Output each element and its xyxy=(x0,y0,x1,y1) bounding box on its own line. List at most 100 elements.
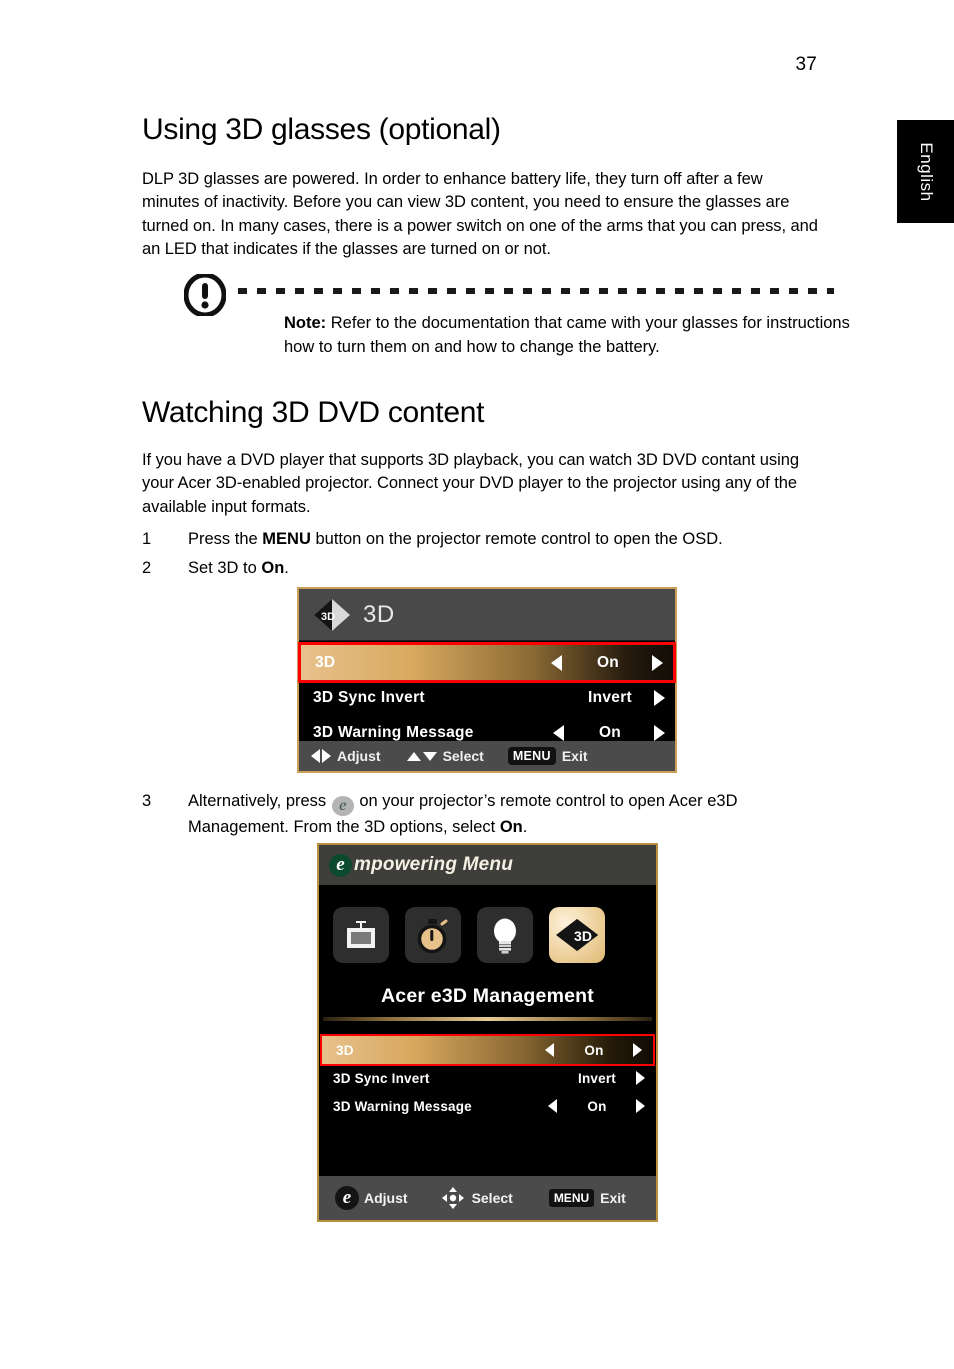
empowering-key-icon: e xyxy=(331,796,354,816)
osd-rows: 3D On 3D Sync Invert Invert 3D Warning M… xyxy=(298,641,676,750)
step-1-text-after: button on the projector remote control t… xyxy=(310,530,723,548)
paragraph-using-3d-glasses: DLP 3D glasses are powered. In order to … xyxy=(142,170,818,259)
step-1-bold: MENU xyxy=(262,530,311,548)
osd-footer-exit: MENU Exit xyxy=(484,747,588,765)
step-3-bold: On xyxy=(499,818,523,836)
empowering-menu-section-title: Acer e3D Management xyxy=(381,985,594,1007)
left-arrow-icon[interactable] xyxy=(553,724,564,741)
empowering-menu-footer: e Adjust Select MENU Exit xyxy=(319,1176,656,1220)
osd-footer-adjust-label: Adjust xyxy=(337,748,381,764)
right-arrow-icon[interactable] xyxy=(654,689,665,706)
empowering-row-3d-sync-invert-control: Invert xyxy=(560,1064,656,1092)
right-arrow-icon[interactable] xyxy=(633,1043,642,1057)
language-tab: English xyxy=(897,120,954,223)
exclamation-circle-icon xyxy=(183,272,227,318)
empowering-footer-adjust-label: Adjust xyxy=(364,1190,408,1206)
osd-footer-exit-label: Exit xyxy=(561,748,588,764)
empowering-footer-adjust: e Adjust xyxy=(319,1186,408,1210)
dpad-icon xyxy=(441,1187,464,1209)
display-screen-icon[interactable] xyxy=(333,907,389,963)
note-dashed-rule xyxy=(238,288,834,294)
osd-row-3d[interactable]: 3D On xyxy=(298,642,676,683)
empowering-row-3d-warning-message-value: On xyxy=(587,1098,607,1114)
step-3-text-before: Alternatively, press xyxy=(188,792,331,810)
step-1: 1 Press the MENU button on the projector… xyxy=(142,528,822,552)
3d-diamond-icon[interactable]: 3D xyxy=(549,907,605,963)
right-arrow-icon[interactable] xyxy=(636,1099,645,1113)
step-3: 3 Alternatively, press e on your project… xyxy=(142,790,832,840)
note-body: Refer to the documentation that came wit… xyxy=(284,314,850,356)
osd-row-3d-label: 3D xyxy=(315,653,336,671)
empowering-row-3d-sync-invert-label: 3D Sync Invert xyxy=(333,1070,430,1086)
menu-key-badge: MENU xyxy=(507,747,556,765)
osd-footer-select: Select xyxy=(381,748,484,764)
osd-row-3d-control: On xyxy=(551,645,673,680)
left-arrow-icon[interactable] xyxy=(551,654,562,671)
step-3-number: 3 xyxy=(142,792,152,810)
osd-footer-select-label: Select xyxy=(442,748,484,764)
osd-row-3d-sync-invert-value: Invert xyxy=(587,688,632,706)
timer-stopwatch-icon[interactable] xyxy=(405,907,461,963)
empowering-menu-rows: 3D On 3D Sync Invert Invert 3D Warning M… xyxy=(319,1034,656,1120)
heading-watching-3d-dvd: Watching 3D DVD content xyxy=(142,396,485,429)
language-tab-label: English xyxy=(916,141,936,202)
svg-text:3D: 3D xyxy=(321,611,335,623)
osd-row-3d-value: On xyxy=(596,653,620,671)
osd-row-3d-sync-invert-control: Invert xyxy=(568,680,675,715)
paragraph-watching-3d-dvd: If you have a DVD player that supports 3… xyxy=(142,451,799,516)
up-down-arrows-icon xyxy=(406,751,437,761)
empowering-menu-title: mpowering Menu xyxy=(354,854,514,875)
step-2-number: 2 xyxy=(142,559,152,577)
3d-diamond-icon: 3D xyxy=(313,598,351,632)
right-arrow-icon[interactable] xyxy=(652,654,663,671)
left-arrow-icon[interactable] xyxy=(548,1099,557,1113)
osd-footer: Adjust Select MENU Exit xyxy=(299,741,675,771)
step-1-text: Press the MENU button on the projector r… xyxy=(188,528,808,552)
osd-footer-adjust: Adjust xyxy=(299,748,381,764)
osd-header: 3D 3D xyxy=(299,589,675,641)
gold-divider xyxy=(323,1017,652,1021)
note-text: Note: Refer to the documentation that ca… xyxy=(284,312,864,359)
step-2-text-after: . xyxy=(284,559,289,577)
step-2-text: Set 3D to On. xyxy=(188,557,808,581)
heading-using-3d-glasses: Using 3D glasses (optional) xyxy=(142,113,501,146)
osd-3d-menu: 3D 3D 3D On 3D Sync Invert Invert 3D War… xyxy=(297,587,677,773)
osd-header-title: 3D xyxy=(363,600,395,628)
osd-row-3d-warning-message-label: 3D Warning Message xyxy=(313,723,474,741)
page-number: 37 xyxy=(795,54,817,75)
menu-key-badge: MENU xyxy=(548,1189,595,1207)
empowering-footer-exit: MENU Exit xyxy=(513,1189,626,1207)
empowering-row-3d-value: On xyxy=(584,1042,604,1058)
step-3-text: Alternatively, press e on your projector… xyxy=(188,790,836,840)
empowering-row-3d-label: 3D xyxy=(336,1042,354,1058)
left-right-arrows-icon xyxy=(311,749,331,763)
empowering-row-3d-sync-invert[interactable]: 3D Sync Invert Invert xyxy=(319,1064,656,1092)
empowering-e-icon: e xyxy=(335,1186,359,1210)
svg-text:3D: 3D xyxy=(574,928,592,944)
empowering-footer-exit-label: Exit xyxy=(600,1190,626,1206)
empowering-menu-header: e mpowering Menu xyxy=(319,845,656,885)
empowering-row-3d[interactable]: 3D On xyxy=(320,1034,655,1066)
step-2-text-before: Set 3D to xyxy=(188,559,262,577)
osd-row-3d-warning-message-value: On xyxy=(598,723,622,741)
step-3-text-after: . xyxy=(522,818,528,836)
step-2-bold: On xyxy=(261,559,285,577)
left-arrow-icon[interactable] xyxy=(545,1043,554,1057)
osd-row-3d-sync-invert-label: 3D Sync Invert xyxy=(313,688,425,706)
empowering-row-3d-sync-invert-value: Invert xyxy=(578,1070,616,1086)
step-1-number: 1 xyxy=(142,530,152,548)
lightbulb-icon[interactable] xyxy=(477,907,533,963)
right-arrow-icon[interactable] xyxy=(654,724,665,741)
step-1-text-before: Press the xyxy=(188,530,263,548)
empowering-icon-strip: 3D xyxy=(319,899,656,971)
note-label: Note: xyxy=(284,314,327,332)
empowering-row-3d-control: On xyxy=(545,1036,653,1064)
empowering-row-3d-warning-message-control: On xyxy=(548,1092,656,1120)
empowering-row-3d-warning-message-label: 3D Warning Message xyxy=(333,1098,472,1114)
osd-row-3d-sync-invert[interactable]: 3D Sync Invert Invert xyxy=(299,680,675,715)
right-arrow-icon[interactable] xyxy=(636,1071,645,1085)
empowering-row-3d-warning-message[interactable]: 3D Warning Message On xyxy=(319,1092,656,1120)
empowering-footer-select: Select xyxy=(408,1187,513,1209)
empowering-e-icon: e xyxy=(329,853,352,877)
empowering-footer-select-label: Select xyxy=(471,1190,513,1206)
